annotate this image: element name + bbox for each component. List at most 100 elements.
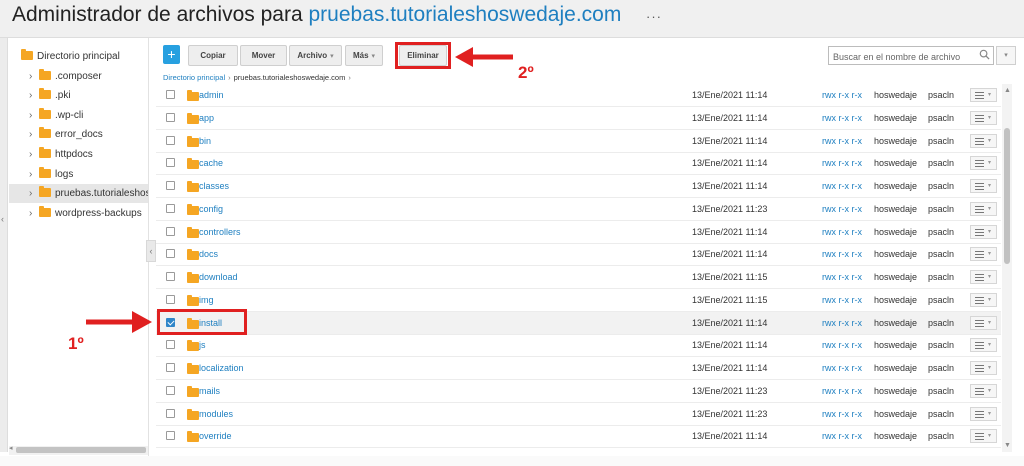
tree-item[interactable]: › pruebas.tutorialeshoswedaje.com [9, 184, 148, 204]
row-checkbox[interactable] [166, 385, 175, 395]
file-name-link[interactable]: bin [199, 130, 211, 152]
permissions-link[interactable]: rwx r-x r-x [822, 107, 862, 129]
permissions-link[interactable]: rwx r-x r-x [822, 266, 862, 288]
permissions-link[interactable]: rwx r-x r-x [822, 425, 862, 447]
permissions-link[interactable]: rwx r-x r-x [822, 357, 862, 379]
search-icon[interactable] [979, 49, 990, 60]
permissions-link[interactable]: rwx r-x r-x [822, 380, 862, 402]
row-checkbox[interactable] [166, 226, 175, 236]
tree-item[interactable]: › logs [9, 165, 148, 184]
tree-item[interactable]: › wordpress-backups [9, 204, 148, 223]
permissions-link[interactable]: rwx r-x r-x [822, 130, 862, 152]
file-menu-button[interactable]: Archivo ▾ [289, 45, 342, 66]
row-checkbox[interactable] [166, 181, 175, 190]
scrollbar-thumb[interactable] [16, 447, 146, 453]
row-menu-button[interactable]: ▾ [970, 156, 997, 171]
permissions-link[interactable]: rwx r-x r-x [822, 84, 862, 106]
file-row[interactable]: install 13/Ene/2021 11:14 rwx r-x r-x hoswe… [156, 311, 1001, 335]
row-menu-button[interactable]: ▾ [970, 88, 997, 102]
breadcrumb-root[interactable]: Directorio principal [163, 73, 225, 82]
breadcrumb-current[interactable]: pruebas.tutorialeshoswedaje.com [234, 73, 346, 82]
row-menu-button[interactable]: ▾ [970, 429, 997, 444]
file-row[interactable]: controllers 13/Ene/2021 11:14 rwx r-x r-x h… [156, 221, 1001, 244]
scroll-up-icon[interactable]: ▲ [1004, 87, 1011, 94]
row-menu-button[interactable]: ▾ [970, 361, 997, 375]
file-row[interactable]: admin 13/Ene/2021 11:14 rwx r-x r-x hosweda… [156, 84, 1001, 107]
tree-collapse-button[interactable]: ‹ [146, 240, 156, 262]
scrollbar-thumb[interactable] [1004, 128, 1010, 264]
more-options-icon[interactable]: ··· [646, 9, 662, 24]
permissions-link[interactable]: rwx r-x r-x [822, 334, 862, 356]
permissions-link[interactable]: rwx r-x r-x [822, 198, 862, 220]
row-menu-button[interactable]: ▾ [970, 224, 997, 239]
row-checkbox[interactable] [166, 431, 175, 441]
file-name-link[interactable]: modules [199, 403, 233, 425]
row-menu-button[interactable]: ▾ [970, 315, 997, 330]
tree-item[interactable]: › httpdocs [9, 145, 148, 164]
vertical-scrollbar[interactable]: ▲ ▼ [1002, 84, 1012, 452]
file-row[interactable]: download 13/Ene/2021 11:15 rwx r-x r-x hosw… [156, 266, 1001, 289]
file-row[interactable]: img 13/Ene/2021 11:15 rwx r-x r-x hoswedaje… [156, 289, 1001, 312]
file-name-link[interactable]: config [199, 198, 223, 220]
row-checkbox[interactable] [166, 363, 175, 372]
chevron-right-icon[interactable]: › [29, 86, 39, 105]
row-checkbox[interactable] [166, 90, 175, 99]
collapse-left-icon[interactable]: ‹ [1, 214, 4, 224]
file-row[interactable]: docs 13/Ene/2021 11:14 rwx r-x r-x hoswedaj… [156, 243, 1001, 267]
row-menu-button[interactable]: ▾ [970, 247, 997, 262]
file-name-link[interactable]: mails [199, 380, 220, 402]
permissions-link[interactable]: rwx r-x r-x [822, 152, 862, 174]
file-name-link[interactable]: download [199, 266, 238, 288]
file-row[interactable]: js 13/Ene/2021 11:14 rwx r-x r-x hoswedaje p… [156, 334, 1001, 358]
row-menu-button[interactable]: ▾ [970, 201, 997, 216]
file-row[interactable]: classes 13/Ene/2021 11:14 rwx r-x r-x hoswe… [156, 175, 1001, 198]
more-menu-button[interactable]: Más ▾ [345, 45, 383, 66]
tree-item[interactable]: › .pki [9, 86, 148, 105]
copy-button[interactable]: Copiar [188, 45, 238, 66]
file-name-link[interactable]: classes [199, 175, 229, 197]
file-name-link[interactable]: img [199, 289, 214, 311]
file-row[interactable]: cache 13/Ene/2021 11:14 rwx r-x r-x hosweda… [156, 152, 1001, 176]
left-collapse-strip[interactable]: ‹ [0, 38, 8, 452]
permissions-link[interactable]: rwx r-x r-x [822, 312, 862, 334]
row-menu-button[interactable]: ▾ [970, 292, 997, 307]
permissions-link[interactable]: rwx r-x r-x [822, 448, 862, 452]
row-menu-button[interactable]: ▾ [970, 406, 997, 421]
file-row[interactable]: localization 13/Ene/2021 11:14 rwx r-x r-x… [156, 357, 1001, 380]
scroll-down-icon[interactable]: ▼ [1004, 442, 1011, 449]
file-row[interactable]: app 13/Ene/2021 11:14 rwx r-x r-x hoswedaje… [156, 107, 1001, 130]
search-options-button[interactable]: ▾ [996, 46, 1016, 65]
row-checkbox[interactable] [166, 112, 175, 122]
tree-item[interactable]: Directorio principal [21, 47, 148, 66]
file-row[interactable]: pdf 13/Ene/2021 11:14 rwx r-x r-x hoswedaje… [156, 448, 1001, 452]
file-name-link[interactable]: cache [199, 152, 223, 174]
row-checkbox[interactable] [166, 272, 175, 281]
file-row[interactable]: mails 13/Ene/2021 11:23 rwx r-x r-x hosweda… [156, 380, 1001, 403]
row-checkbox[interactable] [166, 340, 175, 350]
file-row[interactable]: config 13/Ene/2021 11:23 rwx r-x r-x hoswed… [156, 198, 1001, 221]
row-checkbox[interactable] [166, 203, 175, 213]
permissions-link[interactable]: rwx r-x r-x [822, 289, 862, 311]
file-row[interactable]: bin 13/Ene/2021 11:14 rwx r-x r-x hoswedaje… [156, 130, 1001, 153]
file-name-link[interactable]: app [199, 107, 214, 129]
file-name-link[interactable]: override [199, 425, 232, 447]
permissions-link[interactable]: rwx r-x r-x [822, 243, 862, 265]
row-checkbox[interactable] [166, 158, 175, 168]
tree-item[interactable]: › .wp-cli [9, 106, 148, 125]
row-menu-button[interactable]: ▾ [970, 338, 997, 353]
chevron-right-icon[interactable]: › [29, 145, 39, 164]
file-name-link[interactable]: docs [199, 243, 218, 265]
tree-item[interactable]: › error_docs [9, 125, 148, 144]
chevron-right-icon[interactable]: › [29, 106, 39, 125]
file-row[interactable]: modules 13/Ene/2021 11:23 rwx r-x r-x hoswe… [156, 403, 1001, 426]
permissions-link[interactable]: rwx r-x r-x [822, 221, 862, 243]
tree-item[interactable]: › .composer [9, 67, 148, 86]
horizontal-scrollbar[interactable]: ◂ [9, 445, 148, 455]
row-menu-button[interactable]: ▾ [970, 133, 997, 148]
permissions-link[interactable]: rwx r-x r-x [822, 403, 862, 425]
chevron-right-icon[interactable]: › [29, 125, 39, 144]
search-box[interactable] [828, 46, 994, 66]
chevron-right-icon[interactable]: › [29, 184, 39, 203]
file-name-link[interactable]: admin [199, 84, 224, 106]
file-row[interactable]: override 13/Ene/2021 11:14 rwx r-x r-x hosw… [156, 425, 1001, 449]
